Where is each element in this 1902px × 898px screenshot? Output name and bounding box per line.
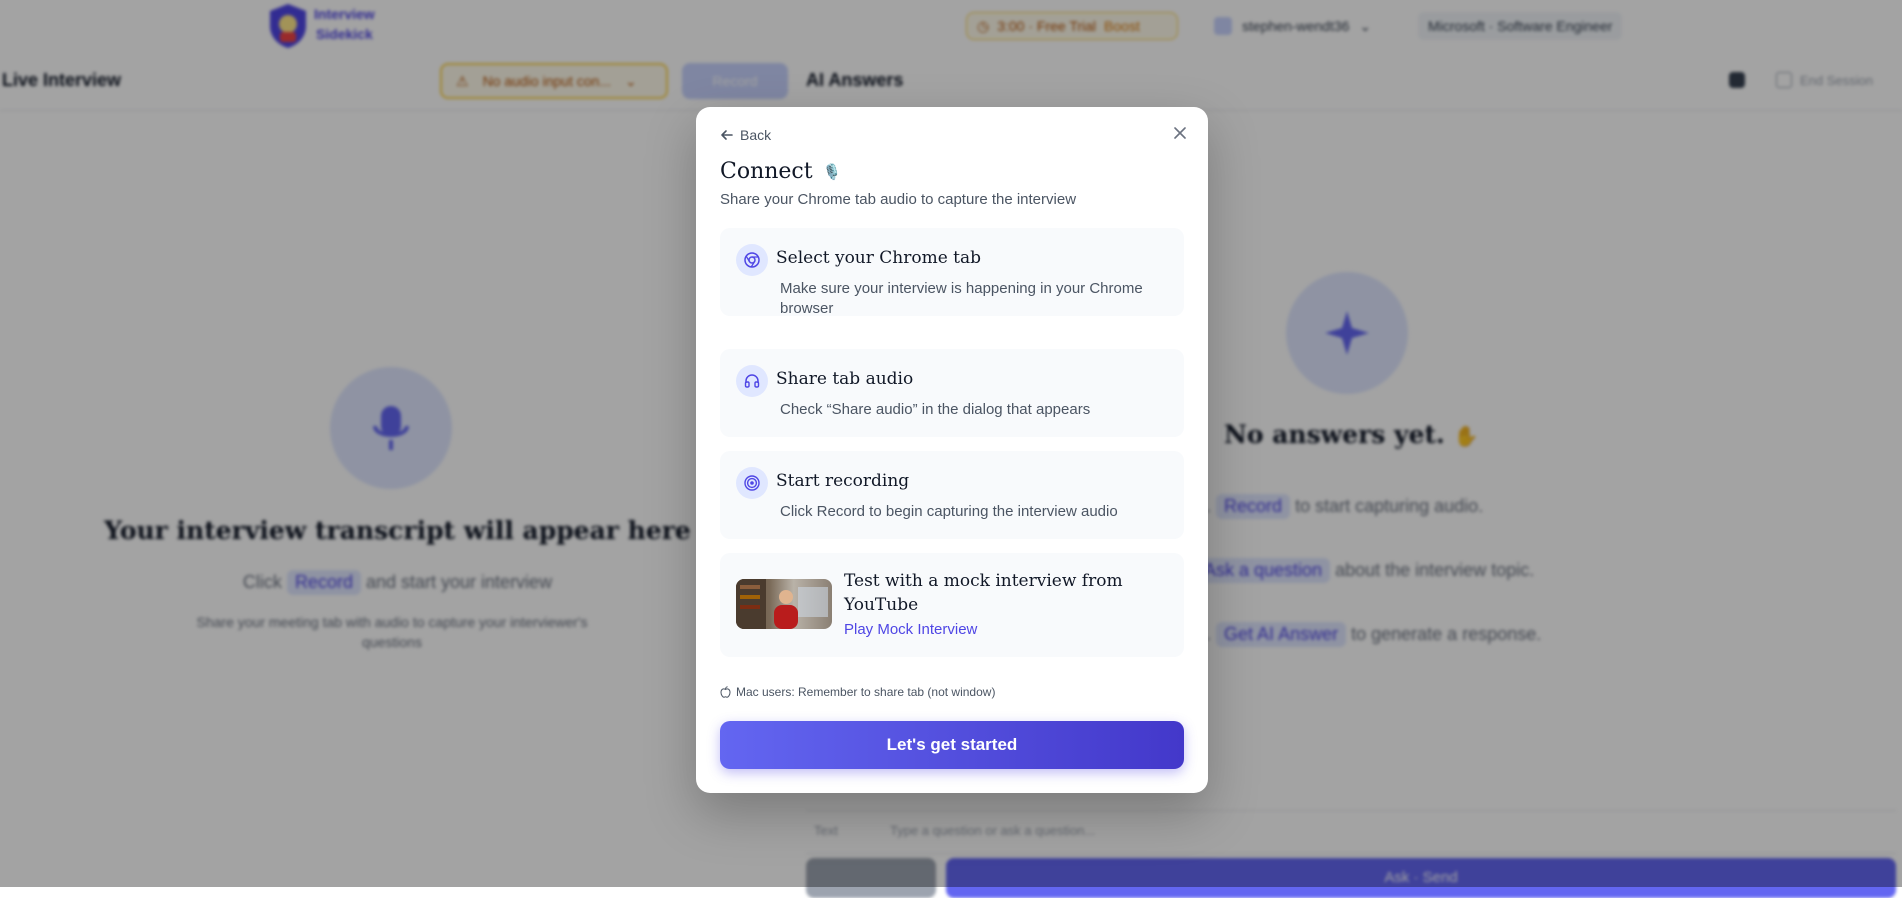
step-title: Share tab audio — [776, 369, 914, 389]
mock-interview-card[interactable]: Test with a mock interview from YouTube … — [720, 553, 1184, 657]
mock-interview-title: Test with a mock interview from YouTube — [844, 571, 1123, 615]
step-title: Select your Chrome tab — [776, 248, 982, 268]
step-description: Check “Share audio” in the dialog that a… — [780, 401, 1091, 418]
target-icon — [736, 467, 768, 499]
step-description: Make sure your interview is happening in… — [780, 280, 1143, 317]
mac-note: Mac users: Remember to share tab (not wi… — [720, 685, 995, 699]
step-card-start-recording: Start recording Click Record to begin ca… — [720, 451, 1184, 539]
chrome-icon — [736, 244, 768, 276]
modal-title: Connect 🎙️ — [720, 159, 842, 184]
get-started-button[interactable]: Let's get started — [720, 721, 1184, 769]
back-button[interactable]: Back — [720, 127, 771, 143]
apple-icon — [720, 686, 731, 698]
microphone-icon: 🎙️ — [822, 162, 842, 181]
step-card-select-tab: Select your Chrome tab Make sure your in… — [720, 228, 1184, 317]
close-icon[interactable] — [1170, 123, 1190, 143]
play-mock-interview-link[interactable]: Play Mock Interview — [844, 621, 977, 638]
step-title: Start recording — [776, 471, 910, 491]
arrow-left-icon — [721, 130, 733, 140]
step-card-share-audio: Share tab audio Check “Share audio” in t… — [720, 349, 1184, 437]
connect-modal: Back Connect 🎙️ Share your Chrome tab au… — [696, 107, 1208, 793]
step-description: Click Record to begin capturing the inte… — [780, 503, 1118, 520]
headphones-icon — [736, 365, 768, 397]
video-thumbnail[interactable] — [736, 579, 832, 629]
modal-subtitle: Share your Chrome tab audio to capture t… — [720, 191, 1077, 208]
